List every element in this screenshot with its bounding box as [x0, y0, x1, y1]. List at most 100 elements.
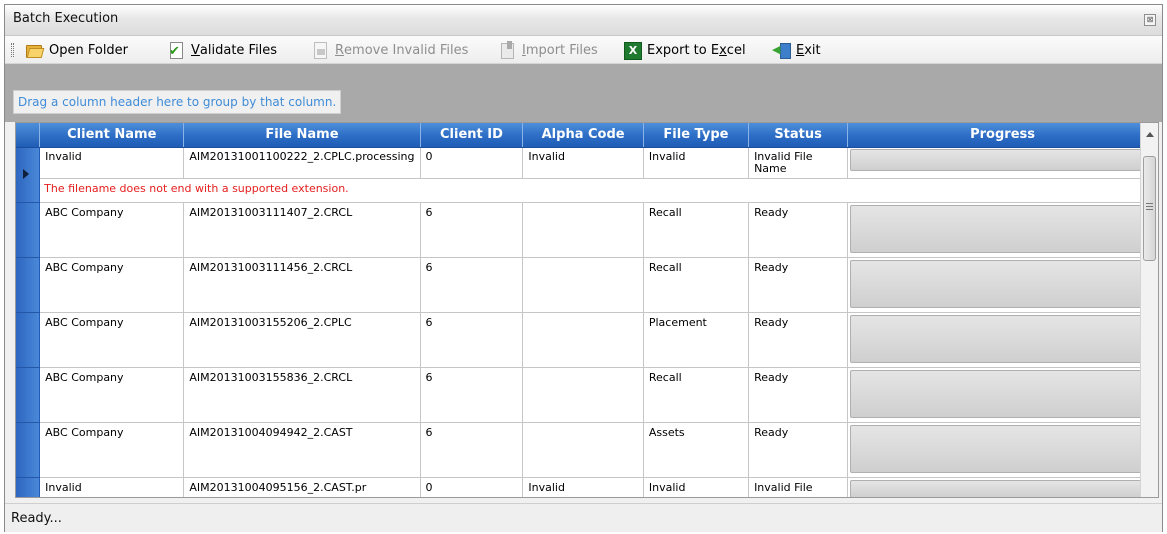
cell-alpha-code[interactable]: Invalid — [522, 477, 644, 497]
title-bar: Batch Execution ⊠ — [5, 5, 1162, 36]
batch-grid: Client Name File Name Client ID Alpha Co… — [15, 122, 1159, 498]
cell-alpha-code[interactable]: Invalid — [522, 147, 644, 179]
batch-execution-window: Batch Execution ⊠ Open Folder Validate F… — [4, 4, 1163, 532]
folder-icon — [25, 41, 43, 59]
table-row[interactable]: Invalid AIM20131004095156_2.CAST.pr 0 In… — [16, 477, 1158, 497]
cell-status[interactable]: Ready — [748, 312, 849, 368]
column-header-status[interactable]: Status — [748, 123, 849, 148]
cell-alpha-code[interactable] — [522, 202, 644, 258]
cell-client-id[interactable]: 6 — [420, 312, 524, 368]
cell-progress — [847, 257, 1158, 313]
cell-file-type[interactable]: Recall — [643, 257, 750, 313]
toolbar-grip[interactable] — [11, 43, 14, 57]
column-header-file-type[interactable]: File Type — [643, 123, 750, 148]
cell-file-name[interactable]: AIM20131004094942_2.CAST — [183, 422, 421, 478]
remove-invalid-files-button[interactable]: Remove Invalid Files — [311, 40, 468, 60]
cell-client-id[interactable]: 0 — [420, 147, 524, 179]
cell-client-id[interactable]: 6 — [420, 422, 524, 478]
cell-alpha-code[interactable] — [522, 257, 644, 313]
row-selector[interactable] — [16, 367, 41, 423]
cell-file-type[interactable]: Invalid — [643, 147, 750, 179]
row-selector[interactable] — [16, 422, 41, 478]
cell-progress — [847, 202, 1158, 258]
cell-client-name[interactable]: Invalid — [39, 477, 185, 497]
table-row[interactable]: ABC Company AIM20131003155206_2.CPLC 6 P… — [16, 312, 1158, 368]
cell-client-name[interactable]: ABC Company — [39, 257, 185, 313]
group-by-area[interactable]: Drag a column header here to group by th… — [5, 64, 1162, 122]
scroll-up-icon[interactable] — [1146, 132, 1154, 137]
table-row[interactable]: ABC Company AIM20131003155836_2.CRCL 6 R… — [16, 367, 1158, 423]
cell-file-type[interactable]: Placement — [643, 312, 750, 368]
row-selector[interactable] — [16, 257, 41, 313]
table-row[interactable]: ABC Company AIM20131004094942_2.CAST 6 A… — [16, 422, 1158, 478]
cell-client-name[interactable]: Invalid — [39, 147, 185, 179]
cell-file-type[interactable]: Recall — [643, 202, 750, 258]
cell-alpha-code[interactable] — [522, 422, 644, 478]
vertical-scrollbar[interactable] — [1140, 123, 1158, 497]
cell-file-name[interactable]: AIM20131003111456_2.CRCL — [183, 257, 421, 313]
cell-client-name[interactable]: ABC Company — [39, 367, 185, 423]
excel-icon — [623, 41, 642, 60]
table-row[interactable]: ABC Company AIM20131003111407_2.CRCL 6 R… — [16, 202, 1158, 258]
remove-invalid-label: emove Invalid Files — [344, 42, 469, 58]
cell-file-name[interactable]: AIM20131003111407_2.CRCL — [183, 202, 421, 258]
row-selector[interactable] — [16, 477, 41, 497]
cell-file-type[interactable]: Invalid — [643, 477, 750, 497]
close-icon[interactable]: ⊠ — [1144, 14, 1156, 26]
cell-file-name[interactable]: AIM20131003155836_2.CRCL — [183, 367, 421, 423]
cell-file-name[interactable]: AIM20131001100222_2.CPLC.processing — [183, 147, 421, 179]
export-excel-label-end: cel — [726, 42, 746, 58]
cell-client-id[interactable]: 6 — [420, 257, 524, 313]
cell-progress — [847, 312, 1158, 368]
cell-status[interactable]: Ready — [748, 202, 849, 258]
cell-status[interactable]: Ready — [748, 257, 849, 313]
cell-status[interactable]: Invalid File Name — [748, 147, 849, 179]
remove-invalid-mnemonic: R — [335, 42, 345, 58]
row-selector[interactable] — [16, 312, 41, 368]
status-text: Ready... — [11, 511, 62, 526]
open-folder-label: Open Folder — [49, 42, 129, 58]
cell-progress — [847, 147, 1158, 179]
export-excel-label-start: Export to E — [647, 42, 720, 58]
export-to-excel-button[interactable]: Export to Excel — [623, 40, 746, 60]
cell-file-name[interactable]: AIM20131003155206_2.CPLC — [183, 312, 421, 368]
cell-progress — [847, 422, 1158, 478]
cell-client-name[interactable]: ABC Company — [39, 202, 185, 258]
row-selector-header[interactable] — [16, 123, 41, 148]
cell-client-name[interactable]: ABC Company — [39, 312, 185, 368]
progress-bar — [850, 424, 1155, 473]
column-header-client-name[interactable]: Client Name — [39, 123, 185, 148]
header-row: Client Name File Name Client ID Alpha Co… — [16, 123, 1158, 148]
exit-icon — [772, 41, 791, 59]
progress-bar — [850, 259, 1155, 308]
validate-files-button[interactable]: Validate Files — [167, 40, 277, 60]
cell-file-name[interactable]: AIM20131004095156_2.CAST.pr — [183, 477, 421, 497]
cell-alpha-code[interactable] — [522, 367, 644, 423]
table-row[interactable]: Invalid AIM20131001100222_2.CPLC.process… — [16, 147, 1158, 203]
column-header-file-name[interactable]: File Name — [183, 123, 421, 148]
window-title: Batch Execution — [13, 11, 119, 26]
column-header-client-id[interactable]: Client ID — [420, 123, 524, 148]
column-header-alpha-code[interactable]: Alpha Code — [522, 123, 644, 148]
open-folder-button[interactable]: Open Folder — [25, 40, 128, 60]
column-header-progress[interactable]: Progress — [847, 123, 1158, 148]
cell-client-name[interactable]: ABC Company — [39, 422, 185, 478]
cell-client-id[interactable]: 6 — [420, 202, 524, 258]
cell-client-id[interactable]: 6 — [420, 367, 524, 423]
exit-label: xit — [804, 42, 821, 58]
cell-status[interactable]: Ready — [748, 422, 849, 478]
table-row[interactable]: ABC Company AIM20131003111456_2.CRCL 6 R… — [16, 257, 1158, 313]
row-selector[interactable] — [16, 147, 41, 203]
cell-status[interactable]: Invalid File — [748, 477, 849, 497]
cell-status[interactable]: Ready — [748, 367, 849, 423]
import-files-button[interactable]: Import Files — [498, 40, 598, 60]
row-selector[interactable] — [16, 202, 41, 258]
exit-button[interactable]: Exit — [772, 40, 821, 60]
progress-bar — [850, 369, 1155, 418]
validate-files-label: alidate Files — [199, 42, 278, 58]
cell-file-type[interactable]: Assets — [643, 422, 750, 478]
scrollbar-thumb[interactable] — [1143, 156, 1156, 261]
cell-alpha-code[interactable] — [522, 312, 644, 368]
cell-client-id[interactable]: 0 — [420, 477, 524, 497]
cell-file-type[interactable]: Recall — [643, 367, 750, 423]
